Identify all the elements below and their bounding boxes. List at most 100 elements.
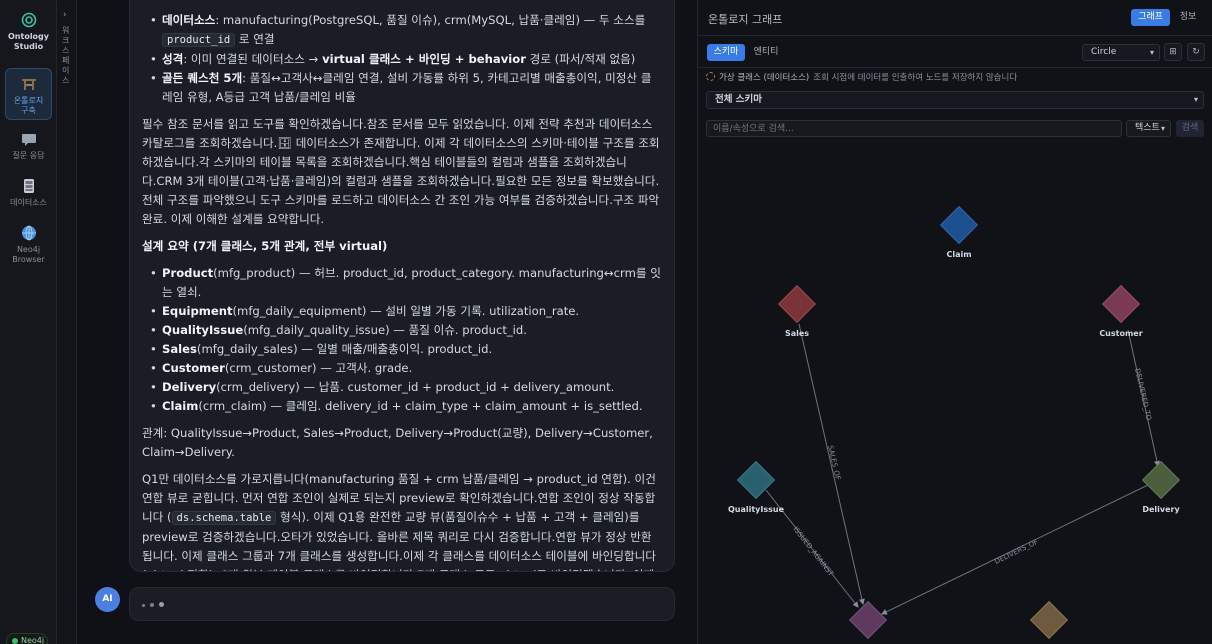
edge-label: ISSUED_AGAINST <box>791 525 835 578</box>
graph-node[interactable]: QualityIssue <box>728 460 785 514</box>
virtual-class-desc: 조회 시점에 데이터를 인출하여 노드를 저장하지 않습니다 <box>813 73 1018 83</box>
virtual-class-legend: 가상 클래스 (데이터소스) 조회 시점에 데이터를 인출하여 노드를 저장하지 … <box>706 71 1017 83</box>
node-label: QualityIssue <box>728 505 785 514</box>
chat-area: 데이터소스: manufacturing(PostgreSQL, 품질 이슈),… <box>77 0 697 644</box>
bullet-datasource-title: 데이터소스 <box>162 13 216 27</box>
brand-line2: Studio <box>13 42 44 51</box>
graph-nodes: Claim Sales Customer QualityIssue Delive… <box>728 205 1181 640</box>
bullet-datasource-text: : manufacturing(PostgreSQL, 품질 이슈), crm(… <box>215 13 646 27</box>
class-desc: (mfg_daily_equipment) — 설비 일별 가동 기록. uti… <box>232 304 580 318</box>
nav-qa-label: 질문 응답 <box>12 151 45 160</box>
list-item: 골든 퀘스천 5개: 품질↔고객사↔클레임 연결, 설비 가동률 하위 5, 카… <box>142 69 662 107</box>
graph-node[interactable] <box>1029 600 1069 640</box>
class-desc: (mfg_product) — 허브. product_id, product_… <box>162 266 661 299</box>
list-item: Claim(crm_claim) — 클레임. delivery_id + cl… <box>142 397 662 416</box>
bullet-golden-title: 골든 퀘스천 5개 <box>162 71 243 85</box>
nav-qa[interactable]: 질문 응답 <box>5 131 52 161</box>
left-nav-rail: Ontology Studio 온톨로지 구축 질문 응답 데이터소스 Neo4… <box>0 0 57 644</box>
nav-datasource-label: 데이터소스 <box>10 198 47 207</box>
search-type-select[interactable]: 텍스트 ▾ <box>1126 120 1171 137</box>
tab-schema[interactable]: 스키마 <box>707 44 745 61</box>
edge-label: DELIVERED_TO <box>1133 368 1153 422</box>
tab-entity[interactable]: 엔티티 <box>747 44 785 61</box>
list-item: Delivery(crm_delivery) — 납품. customer_id… <box>142 378 662 397</box>
search-button[interactable]: 검색 <box>1176 120 1204 137</box>
neo4j-status-badge: Neo4j <box>6 633 48 644</box>
refresh-button[interactable]: ↻ <box>1187 43 1205 61</box>
graph-node[interactable]: Delivery <box>1141 460 1181 514</box>
workspace-label: 워크스페이스 <box>62 26 70 85</box>
node-sales-shape[interactable] <box>777 284 817 324</box>
bullet-nature-text: : 이미 연결된 데이터소스 → <box>183 52 323 66</box>
list-item: QualityIssue(mfg_daily_quality_issue) — … <box>142 321 662 340</box>
class-desc: (mfg_daily_quality_issue) — 품질 이슈. produ… <box>243 323 527 337</box>
node-equipment-shape[interactable] <box>1029 600 1069 640</box>
chat-bubble-icon <box>21 134 36 146</box>
inline-code: ds.schema.table <box>171 511 277 525</box>
bullet-nature-text-end: 경로 (파서/적재 없음) <box>525 52 636 66</box>
list-item: 데이터소스: manufacturing(PostgreSQL, 품질 이슈),… <box>142 11 662 50</box>
node-label: Sales <box>785 329 809 338</box>
tab-info[interactable]: 정보 <box>1172 9 1204 26</box>
graph-node[interactable]: Customer <box>1099 284 1143 338</box>
edge-label: SALES_OF <box>826 445 842 481</box>
typing-dot <box>150 603 154 607</box>
ontology-logo-icon <box>21 12 36 28</box>
brand-line1: Ontology <box>8 32 49 41</box>
nav-neo4j-browser[interactable]: Neo4j Browser <box>5 225 52 265</box>
graph-node[interactable] <box>848 600 888 640</box>
nav-neo4j-label-1: Neo4j <box>16 245 41 254</box>
schema-select[interactable]: 전체 스키마 ▾ <box>706 91 1204 109</box>
message-paragraph-2: Q1만 데이터소스를 가로지릅니다(manufacturing 품질 + crm… <box>142 470 662 571</box>
class-desc: (crm_claim) — 클레임. delivery_id + claim_t… <box>198 399 643 413</box>
design-summary-title: 설계 요약 (7개 클래스, 5개 관계, 전부 virtual) <box>142 239 388 253</box>
chevron-down-icon: ▾ <box>1193 95 1198 104</box>
list-item: Equipment(mfg_daily_equipment) — 설비 일별 가… <box>142 302 662 321</box>
class-desc: (crm_customer) — 고객사. grade. <box>224 361 413 375</box>
globe-icon <box>21 225 36 241</box>
layout-select-value: Circle <box>1091 47 1117 57</box>
summary-bullets: 데이터소스: manufacturing(PostgreSQL, 품질 이슈),… <box>142 11 662 107</box>
bullet-datasource-text-end: 로 연결 <box>235 32 275 46</box>
app-brand[interactable]: Ontology Studio <box>5 12 52 52</box>
class-list: Product(mfg_product) — 허브. product_id, p… <box>142 264 662 416</box>
class-name: Delivery <box>162 380 217 394</box>
list-item: Sales(mfg_daily_sales) — 일별 매출/매출총이익. pr… <box>142 340 662 359</box>
inline-code: product_id <box>162 33 236 47</box>
tab-graph[interactable]: 그래프 <box>1131 9 1170 26</box>
graph-node[interactable]: Sales <box>777 284 817 338</box>
virtual-class-label: 가상 클래스 (데이터소스) <box>719 73 810 83</box>
nav-ontology-build[interactable]: 온톨로지 구축 <box>5 68 52 120</box>
class-name: Product <box>162 266 214 280</box>
graph-canvas[interactable]: SALES_OF DELIVERED_TO ISSUED_AGAINST DEL… <box>698 144 1212 644</box>
fit-view-button[interactable]: ⊞ <box>1164 43 1182 61</box>
nav-ontology-build-label-1: 온톨로지 <box>13 96 44 105</box>
node-label: Customer <box>1099 329 1142 338</box>
chevron-down-icon: ▾ <box>1160 124 1165 133</box>
node-claim-shape[interactable] <box>939 205 979 245</box>
node-label: Claim <box>946 250 971 259</box>
list-item: Customer(crm_customer) — 고객사. grade. <box>142 359 662 378</box>
bullet-nature-bold: virtual 클래스 + 바인딩 + behavior <box>322 52 526 66</box>
node-delivery-shape[interactable] <box>1141 460 1181 500</box>
typing-dot <box>159 602 164 607</box>
typing-dot <box>142 604 145 607</box>
node-customer-shape[interactable] <box>1101 284 1141 324</box>
nav-datasource[interactable]: 데이터소스 <box>5 178 52 208</box>
node-label: Delivery <box>1142 505 1180 514</box>
class-name: Sales <box>162 342 197 356</box>
class-name: Customer <box>162 361 225 375</box>
node-product-shape[interactable] <box>848 600 888 640</box>
node-search-input[interactable] <box>706 120 1122 137</box>
expand-chevron-icon[interactable]: › <box>63 10 67 20</box>
search-type-value: 텍스트 <box>1135 123 1160 133</box>
list-item: Product(mfg_product) — 허브. product_id, p… <box>142 264 662 302</box>
database-icon <box>23 179 34 193</box>
assistant-message: 데이터소스: manufacturing(PostgreSQL, 품질 이슈),… <box>129 0 675 572</box>
relations-text: 관계: QualityIssue→Product, Sales→Product,… <box>142 426 653 459</box>
graph-title: 온톨로지 그래프 <box>708 13 783 26</box>
graph-node[interactable]: Claim <box>939 205 979 259</box>
class-name: Claim <box>162 399 199 413</box>
layout-select[interactable]: Circle ▾ <box>1082 44 1160 61</box>
class-desc: (crm_delivery) — 납품. customer_id + produ… <box>216 380 615 394</box>
